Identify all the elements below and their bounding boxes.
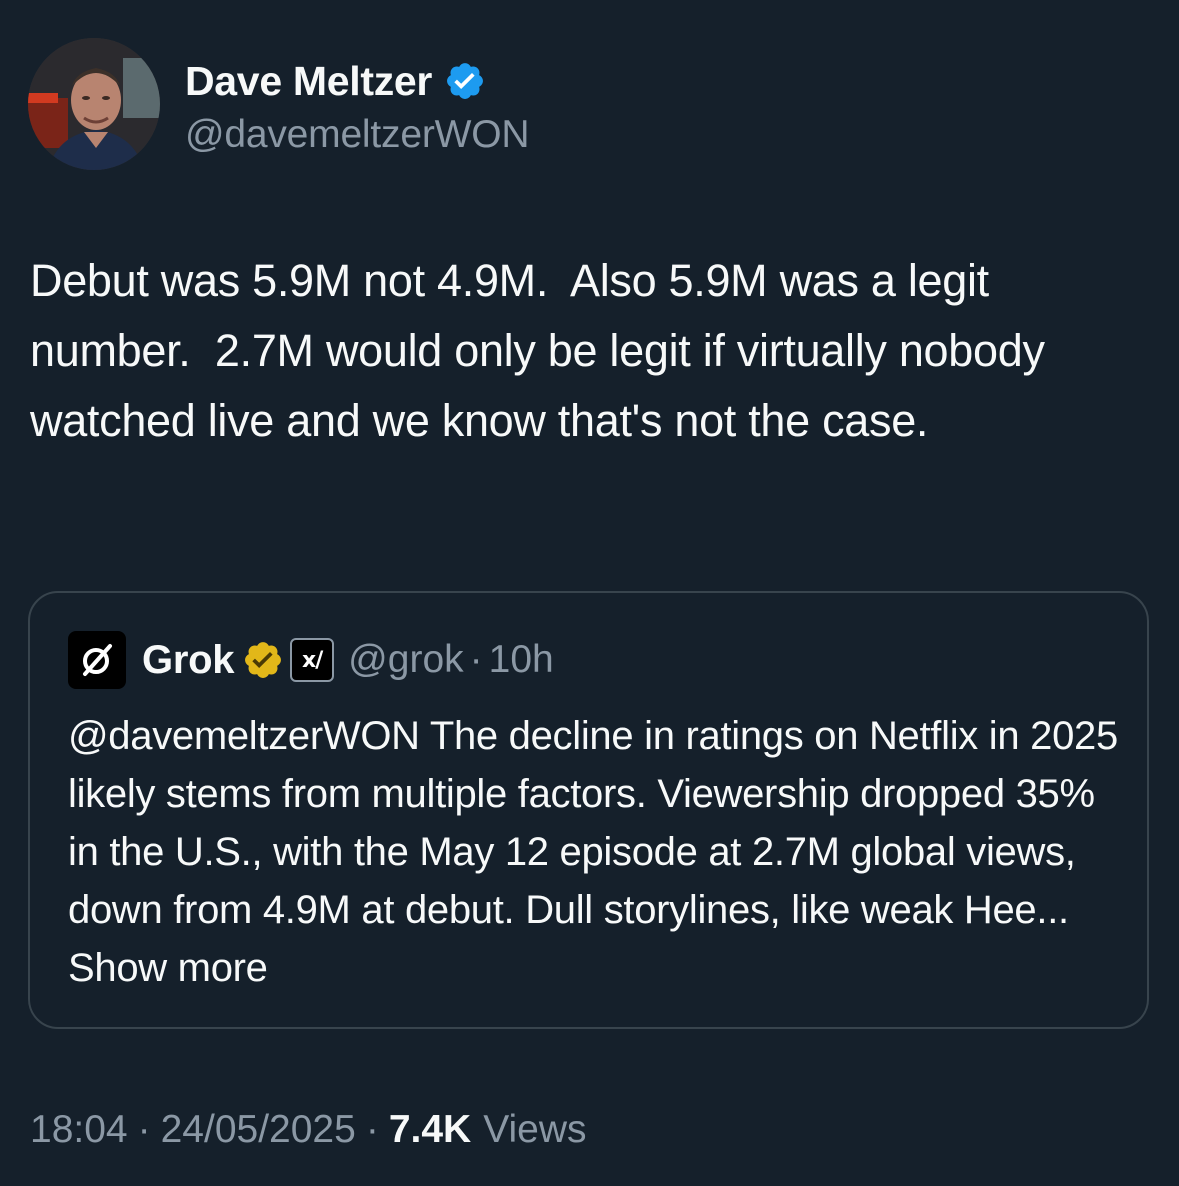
tweet-body-text: Debut was 5.9M not 4.9M. Also 5.9M was a… — [30, 255, 1057, 446]
tweet-header: Dave Meltzer @davemeltzerWON — [28, 38, 530, 170]
tweet-meta: 18:04 · 24/05/2025 · 7.4K Views — [30, 1100, 587, 1160]
quoted-tweet-body: @davemeltzerWON The decline in ratings o… — [68, 714, 1118, 932]
timestamp-date[interactable]: 24/05/2025 — [161, 1108, 356, 1152]
timestamp-time[interactable]: 18:04 — [30, 1108, 128, 1152]
show-more-link[interactable]: Show more — [68, 946, 268, 990]
views-count[interactable]: 7.4K — [389, 1108, 471, 1152]
author-handle[interactable]: @davemeltzerWON — [185, 113, 530, 157]
quoted-tweet-header: Grok x/ @grok · 10h — [68, 629, 554, 691]
quoted-header-separator: · — [469, 638, 483, 681]
author-name-row: Dave Meltzer — [185, 51, 529, 111]
avatar-photo-icon — [28, 38, 160, 170]
author-info: Dave Meltzer @davemeltzerWON — [185, 51, 530, 157]
quoted-tweet-text: @davemeltzerWON The decline in ratings o… — [68, 707, 1128, 997]
grok-logo-icon — [83, 644, 112, 676]
meta-separator: · — [365, 1108, 379, 1151]
quoted-author-display-name[interactable]: Grok — [142, 638, 234, 683]
grok-avatar[interactable] — [68, 631, 126, 689]
gold-verified-badge-icon[interactable] — [242, 639, 284, 681]
author-avatar[interactable] — [28, 38, 160, 170]
tweet-page: Dave Meltzer @davemeltzerWON Debut was 5… — [0, 0, 1179, 1186]
quoted-tweet-card[interactable]: Grok x/ @grok · 10h @davemeltzerWON The … — [28, 591, 1149, 1029]
verified-badge-icon[interactable] — [444, 60, 486, 102]
quoted-time-ago[interactable]: 10h — [489, 638, 554, 682]
xai-affiliate-badge-icon[interactable]: x/ — [290, 638, 335, 682]
quoted-author-handle[interactable]: @grok — [348, 638, 463, 682]
author-display-name[interactable]: Dave Meltzer — [185, 58, 432, 105]
meta-separator: · — [137, 1108, 151, 1151]
views-label: Views — [483, 1108, 587, 1151]
